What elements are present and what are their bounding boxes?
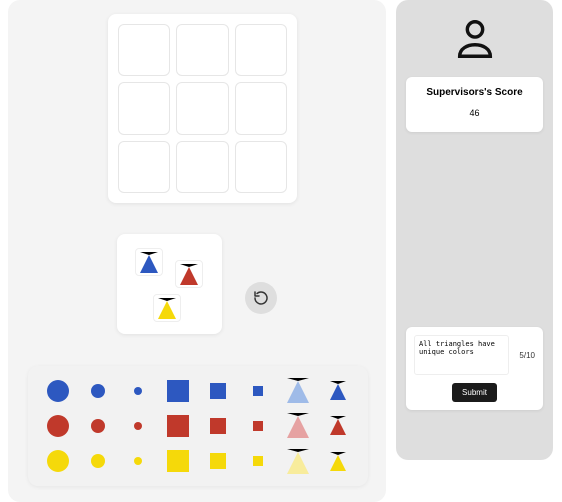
- palette-circle-yellow[interactable]: [42, 447, 74, 476]
- target-grid-card: [108, 14, 297, 203]
- palette-circle-blue[interactable]: [122, 376, 154, 405]
- palette-square-blue[interactable]: [202, 376, 234, 405]
- avatar-icon: [452, 16, 498, 67]
- palette-square-red[interactable]: [202, 411, 234, 440]
- shape-palette: [28, 366, 368, 486]
- palette-square-blue[interactable]: [242, 376, 274, 405]
- guess-input[interactable]: [414, 335, 509, 375]
- palette-square-yellow[interactable]: [242, 447, 274, 476]
- palette-circle-blue[interactable]: [82, 376, 114, 405]
- attempt-tile[interactable]: [175, 260, 203, 288]
- palette-circle-yellow[interactable]: [122, 447, 154, 476]
- grid-cell[interactable]: [118, 24, 170, 76]
- undo-icon: [253, 290, 269, 306]
- palette-circle-red[interactable]: [82, 411, 114, 440]
- guess-counter: 5/10: [513, 351, 535, 360]
- score-card: Supervisors's Score 46: [406, 77, 543, 132]
- palette-circle-blue[interactable]: [42, 376, 74, 405]
- grid-cell[interactable]: [176, 141, 228, 193]
- target-grid: [118, 24, 287, 193]
- grid-cell[interactable]: [235, 24, 287, 76]
- grid-cell[interactable]: [235, 82, 287, 134]
- submit-button[interactable]: Submit: [452, 383, 497, 402]
- palette-circle-red[interactable]: [122, 411, 154, 440]
- guess-card: 5/10 Submit: [406, 327, 543, 410]
- reset-button[interactable]: [245, 282, 277, 314]
- grid-cell[interactable]: [235, 141, 287, 193]
- grid-cell[interactable]: [176, 24, 228, 76]
- palette-triangle-blue[interactable]: [322, 376, 354, 405]
- score-value: 46: [412, 108, 537, 118]
- palette-square-red[interactable]: [162, 411, 194, 440]
- score-title: Supervisors's Score: [412, 87, 537, 98]
- grid-cell[interactable]: [176, 82, 228, 134]
- grid-cell[interactable]: [118, 141, 170, 193]
- game-stage: [8, 0, 386, 502]
- palette-square-blue[interactable]: [162, 376, 194, 405]
- palette-circle-red[interactable]: [42, 411, 74, 440]
- sidebar: Supervisors's Score 46 5/10 Submit: [396, 0, 553, 460]
- palette-triangle-red[interactable]: [282, 411, 314, 440]
- palette-square-yellow[interactable]: [202, 447, 234, 476]
- palette-square-yellow[interactable]: [162, 447, 194, 476]
- palette-circle-yellow[interactable]: [82, 447, 114, 476]
- palette-square-red[interactable]: [242, 411, 274, 440]
- palette-triangle-yellow[interactable]: [322, 447, 354, 476]
- grid-cell[interactable]: [118, 82, 170, 134]
- palette-triangle-yellow[interactable]: [282, 447, 314, 476]
- palette-triangle-red[interactable]: [322, 411, 354, 440]
- attempt-tile[interactable]: [135, 248, 163, 276]
- attempt-tile[interactable]: [153, 294, 181, 322]
- attempt-card[interactable]: [117, 234, 222, 334]
- palette-triangle-blue[interactable]: [282, 376, 314, 405]
